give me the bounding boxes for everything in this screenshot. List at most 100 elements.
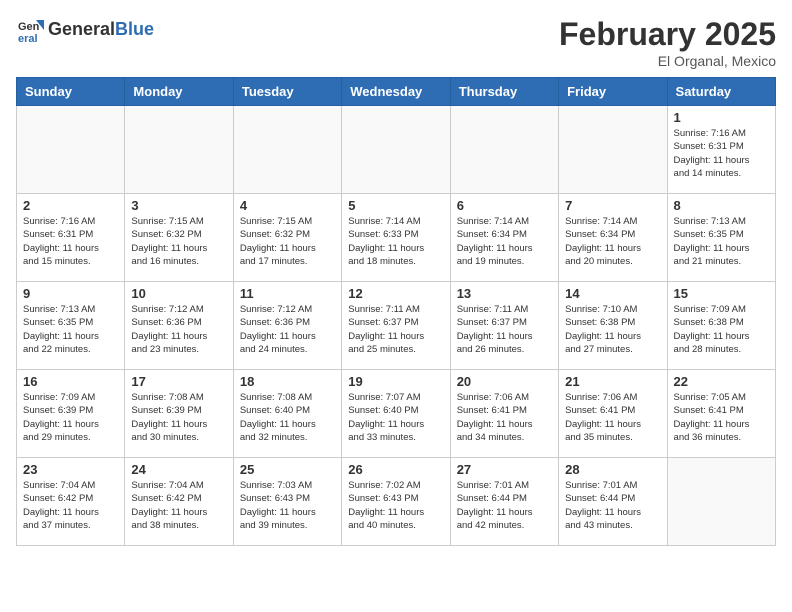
calendar-cell: 25 Sunrise: 7:03 AM Sunset: 6:43 PM Dayli…	[233, 458, 341, 546]
calendar-cell: 17 Sunrise: 7:08 AM Sunset: 6:39 PM Dayli…	[125, 370, 233, 458]
week-row: 2 Sunrise: 7:16 AM Sunset: 6:31 PM Daylig…	[17, 194, 776, 282]
day-number: 28	[565, 462, 660, 477]
calendar-cell: 4 Sunrise: 7:15 AM Sunset: 6:32 PM Daylig…	[233, 194, 341, 282]
weekday-header-row: SundayMondayTuesdayWednesdayThursdayFrid…	[17, 78, 776, 106]
day-info: Sunrise: 7:14 AM Sunset: 6:34 PM Dayligh…	[565, 215, 660, 268]
day-number: 6	[457, 198, 552, 213]
day-number: 13	[457, 286, 552, 301]
day-number: 15	[674, 286, 769, 301]
calendar-cell: 13 Sunrise: 7:11 AM Sunset: 6:37 PM Dayli…	[450, 282, 558, 370]
title-block: February 2025 El Organal, Mexico	[559, 16, 776, 69]
calendar-cell: 23Sunrise: 7:04 AM Sunset: 6:42 PM Dayli…	[17, 458, 125, 546]
calendar-cell	[450, 106, 558, 194]
day-number: 3	[131, 198, 226, 213]
day-number: 8	[674, 198, 769, 213]
calendar-cell: 2 Sunrise: 7:16 AM Sunset: 6:31 PM Daylig…	[17, 194, 125, 282]
day-number: 5	[348, 198, 443, 213]
day-number: 21	[565, 374, 660, 389]
weekday-header: Thursday	[450, 78, 558, 106]
calendar-cell: 7 Sunrise: 7:14 AM Sunset: 6:34 PM Daylig…	[559, 194, 667, 282]
calendar-cell: 24 Sunrise: 7:04 AM Sunset: 6:42 PM Dayli…	[125, 458, 233, 546]
month-title: February 2025	[559, 16, 776, 53]
day-number: 23	[23, 462, 118, 477]
day-info: Sunrise: 7:13 AM Sunset: 6:35 PM Dayligh…	[23, 303, 118, 356]
calendar-cell	[125, 106, 233, 194]
day-number: 19	[348, 374, 443, 389]
day-info: Sunrise: 7:10 AM Sunset: 6:38 PM Dayligh…	[565, 303, 660, 356]
day-info: Sunrise: 7:08 AM Sunset: 6:39 PM Dayligh…	[131, 391, 226, 444]
day-info: Sunrise: 7:04 AM Sunset: 6:42 PM Dayligh…	[131, 479, 226, 532]
day-info: Sunrise: 7:06 AM Sunset: 6:41 PM Dayligh…	[457, 391, 552, 444]
day-number: 22	[674, 374, 769, 389]
calendar-cell: 14 Sunrise: 7:10 AM Sunset: 6:38 PM Dayli…	[559, 282, 667, 370]
day-info: Sunrise: 7:16 AM Sunset: 6:31 PM Dayligh…	[674, 127, 769, 180]
day-number: 2	[23, 198, 118, 213]
day-info: Sunrise: 7:15 AM Sunset: 6:32 PM Dayligh…	[131, 215, 226, 268]
day-number: 26	[348, 462, 443, 477]
day-number: 18	[240, 374, 335, 389]
calendar-cell: 8 Sunrise: 7:13 AM Sunset: 6:35 PM Daylig…	[667, 194, 775, 282]
day-number: 17	[131, 374, 226, 389]
day-info: Sunrise: 7:03 AM Sunset: 6:43 PM Dayligh…	[240, 479, 335, 532]
calendar-table: SundayMondayTuesdayWednesdayThursdayFrid…	[16, 77, 776, 546]
day-info: Sunrise: 7:11 AM Sunset: 6:37 PM Dayligh…	[457, 303, 552, 356]
calendar-cell: 1Sunrise: 7:16 AM Sunset: 6:31 PM Daylig…	[667, 106, 775, 194]
day-number: 24	[131, 462, 226, 477]
day-info: Sunrise: 7:09 AM Sunset: 6:39 PM Dayligh…	[23, 391, 118, 444]
day-info: Sunrise: 7:06 AM Sunset: 6:41 PM Dayligh…	[565, 391, 660, 444]
logo: Gen eral GeneralBlue	[16, 16, 154, 44]
day-number: 27	[457, 462, 552, 477]
calendar-cell: 3 Sunrise: 7:15 AM Sunset: 6:32 PM Daylig…	[125, 194, 233, 282]
weekday-header: Tuesday	[233, 78, 341, 106]
day-info: Sunrise: 7:16 AM Sunset: 6:31 PM Dayligh…	[23, 215, 118, 268]
day-info: Sunrise: 7:05 AM Sunset: 6:41 PM Dayligh…	[674, 391, 769, 444]
calendar-cell: 28 Sunrise: 7:01 AM Sunset: 6:44 PM Dayli…	[559, 458, 667, 546]
day-info: Sunrise: 7:07 AM Sunset: 6:40 PM Dayligh…	[348, 391, 443, 444]
calendar-cell: 18 Sunrise: 7:08 AM Sunset: 6:40 PM Dayli…	[233, 370, 341, 458]
day-number: 11	[240, 286, 335, 301]
week-row: 16 Sunrise: 7:09 AM Sunset: 6:39 PM Dayli…	[17, 370, 776, 458]
day-number: 14	[565, 286, 660, 301]
calendar-cell: 20Sunrise: 7:06 AM Sunset: 6:41 PM Dayli…	[450, 370, 558, 458]
logo-general-text: GeneralBlue	[48, 20, 154, 40]
day-info: Sunrise: 7:08 AM Sunset: 6:40 PM Dayligh…	[240, 391, 335, 444]
calendar-cell: 27Sunrise: 7:01 AM Sunset: 6:44 PM Dayli…	[450, 458, 558, 546]
day-number: 25	[240, 462, 335, 477]
calendar-cell	[17, 106, 125, 194]
calendar-cell: 6Sunrise: 7:14 AM Sunset: 6:34 PM Daylig…	[450, 194, 558, 282]
page-header: Gen eral GeneralBlue February 2025 El Or…	[16, 16, 776, 69]
week-row: 23 Sunrise: 7:04 AM Sunset: 6:42 PM Dayli…	[17, 458, 776, 546]
day-info: Sunrise: 7:12 AM Sunset: 6:36 PM Dayligh…	[240, 303, 335, 356]
day-info: Sunrise: 7:14 AM Sunset: 6:33 PM Dayligh…	[348, 215, 443, 268]
calendar-cell: 19 Sunrise: 7:07 AM Sunset: 6:40 PM Dayli…	[342, 370, 450, 458]
day-number: 10	[131, 286, 226, 301]
calendar-cell: 11 Sunrise: 7:12 AM Sunset: 6:36 PM Dayli…	[233, 282, 341, 370]
day-number: 7	[565, 198, 660, 213]
day-info: Sunrise: 7:02 AM Sunset: 6:43 PM Dayligh…	[348, 479, 443, 532]
calendar-cell: 9Sunrise: 7:13 AM Sunset: 6:35 PM Daylig…	[17, 282, 125, 370]
weekday-header: Sunday	[17, 78, 125, 106]
week-row: 9Sunrise: 7:13 AM Sunset: 6:35 PM Daylig…	[17, 282, 776, 370]
day-number: 16	[23, 374, 118, 389]
calendar-cell	[233, 106, 341, 194]
day-info: Sunrise: 7:13 AM Sunset: 6:35 PM Dayligh…	[674, 215, 769, 268]
calendar-cell	[342, 106, 450, 194]
week-row: 1Sunrise: 7:16 AM Sunset: 6:31 PM Daylig…	[17, 106, 776, 194]
calendar-cell: 10Sunrise: 7:12 AM Sunset: 6:36 PM Dayli…	[125, 282, 233, 370]
weekday-header: Monday	[125, 78, 233, 106]
day-info: Sunrise: 7:01 AM Sunset: 6:44 PM Dayligh…	[565, 479, 660, 532]
day-info: Sunrise: 7:11 AM Sunset: 6:37 PM Dayligh…	[348, 303, 443, 356]
day-number: 4	[240, 198, 335, 213]
day-info: Sunrise: 7:09 AM Sunset: 6:38 PM Dayligh…	[674, 303, 769, 356]
day-info: Sunrise: 7:15 AM Sunset: 6:32 PM Dayligh…	[240, 215, 335, 268]
svg-text:eral: eral	[18, 33, 38, 44]
location: El Organal, Mexico	[559, 53, 776, 69]
day-number: 12	[348, 286, 443, 301]
calendar-cell: 16 Sunrise: 7:09 AM Sunset: 6:39 PM Dayli…	[17, 370, 125, 458]
calendar-cell: 26 Sunrise: 7:02 AM Sunset: 6:43 PM Dayli…	[342, 458, 450, 546]
calendar-cell: 5 Sunrise: 7:14 AM Sunset: 6:33 PM Daylig…	[342, 194, 450, 282]
calendar-cell	[559, 106, 667, 194]
weekday-header: Saturday	[667, 78, 775, 106]
calendar-cell	[667, 458, 775, 546]
calendar-cell: 15 Sunrise: 7:09 AM Sunset: 6:38 PM Dayli…	[667, 282, 775, 370]
